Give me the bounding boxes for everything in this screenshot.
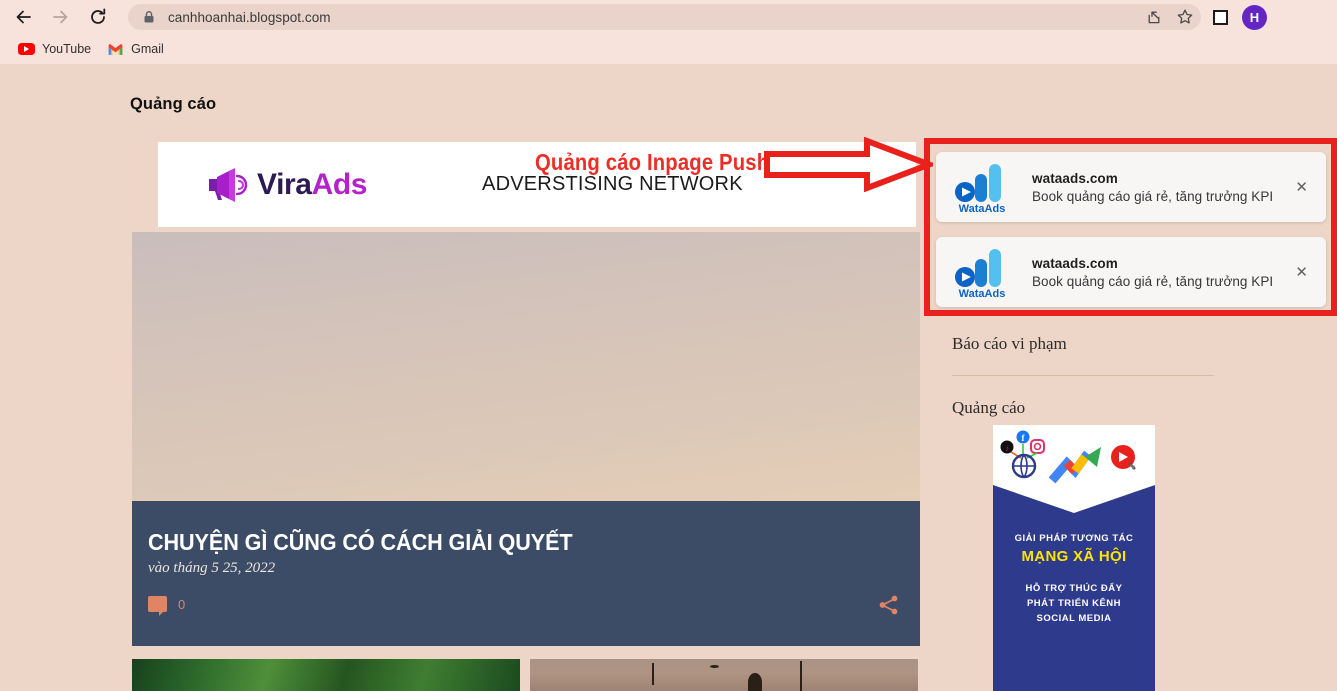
push-title: wataads.com: [1032, 170, 1118, 186]
youtube-icon: [18, 43, 35, 55]
avatar[interactable]: H: [1242, 4, 1267, 30]
post-hero-image[interactable]: [132, 232, 920, 543]
forward-button[interactable]: [44, 1, 76, 33]
star-icon[interactable]: [1176, 8, 1194, 26]
wataads-logo-icon: WataAds: [955, 249, 1006, 300]
svg-text:♪: ♪: [1005, 444, 1009, 453]
viraads-word-vira: Vira: [257, 167, 312, 201]
comment-count: 0: [178, 596, 186, 612]
post-date: vào tháng 5 25, 2022: [148, 560, 276, 576]
arrow-right-outline-icon: [764, 137, 933, 192]
chrome-right-actions: H: [1213, 4, 1278, 30]
url-text: canhhoanhai.blogspot.com: [168, 9, 331, 25]
sidebar-divider: [952, 375, 1214, 376]
sidebar-item-label: Báo cáo vi phạm: [952, 334, 1067, 353]
post-thumbnail-grass[interactable]: [132, 659, 520, 691]
arrow-left-icon: [16, 10, 31, 24]
post-meta: 0: [148, 596, 186, 616]
extension-square-icon[interactable]: [1213, 9, 1228, 25]
viraads-word-ads: Ads: [311, 167, 368, 201]
reload-icon: [91, 8, 106, 24]
post-thumbnail-dusk[interactable]: [530, 659, 918, 691]
close-icon[interactable]: ✕: [1295, 180, 1308, 195]
sidebar-item-report[interactable]: Báo cáo vi phạm: [952, 329, 1214, 359]
banner-tagline: ADVERSTISING NETWORK: [482, 173, 743, 195]
wataads-logo-icon: WataAds: [955, 164, 1006, 215]
browser-toolbar: canhhoanhai.blogspot.com H: [0, 0, 1337, 34]
sidebar-ads-title: Quảng cáo: [952, 398, 1026, 417]
push-text: wataads.com Book quảng cáo giá rẻ, tăng …: [1032, 256, 1273, 289]
post-card: CHUYỆN GÌ CŨNG CÓ CÁCH GIẢI QUYẾT vào th…: [132, 501, 920, 646]
social-growth-graphic-icon: f ♪: [1000, 430, 1136, 484]
gmail-icon: [108, 43, 123, 55]
annotation-label: Quảng cáo Inpage Push: [535, 149, 770, 175]
share-nodes-icon[interactable]: [878, 594, 900, 616]
reload-button[interactable]: [82, 1, 114, 33]
bird-shape: [710, 665, 719, 668]
push-description: Book quảng cáo giá rẻ, tăng trưởng KPI: [1032, 273, 1274, 289]
arrow-right-icon: [53, 10, 68, 24]
page-content: Quảng cáo ViraAds ADVERSTISING NETWORK C…: [0, 64, 1337, 691]
back-button[interactable]: [8, 1, 40, 33]
sidebar-ad-line4: PHÁT TRIỂN KÊNH: [1026, 598, 1122, 609]
growth-arrow-icon: [1048, 447, 1101, 484]
bookmark-gmail[interactable]: Gmail: [99, 39, 172, 59]
post-title[interactable]: CHUYỆN GÌ CŨNG CÓ CÁCH GIẢI QUYẾT: [148, 529, 573, 556]
share-icon[interactable]: [1146, 8, 1164, 26]
push-notification-card[interactable]: WataAds wataads.com Book quảng cáo giá r…: [936, 237, 1326, 307]
close-icon[interactable]: ✕: [1295, 265, 1308, 280]
social-network-icon: f ♪: [1000, 430, 1045, 479]
push-description: Book quảng cáo giá rẻ, tăng trưởng KPI: [1032, 188, 1274, 204]
sidebar-ad-creative[interactable]: f ♪ GIẢI PHÁP TƯƠNG TÁC MẠNG XÃ HỘI HỖ T…: [993, 425, 1155, 691]
youtube-circle-icon: [1111, 445, 1136, 470]
bookmark-label: Gmail: [131, 42, 164, 56]
sidebar-ad-graphic: f ♪: [993, 425, 1155, 495]
push-text: wataads.com Book quảng cáo giá rẻ, tăng …: [1032, 171, 1273, 204]
sidebar-ad-line3: HỖ TRỢ THÚC ĐẨY: [1025, 583, 1123, 594]
push-notification-card[interactable]: WataAds wataads.com Book quảng cáo giá r…: [936, 152, 1326, 222]
bookmark-youtube[interactable]: YouTube: [10, 39, 99, 59]
omnibox-actions: [1146, 8, 1201, 26]
viraads-logo: ViraAds: [203, 165, 367, 205]
comment-bubble-icon[interactable]: [148, 596, 167, 616]
bookmark-label: YouTube: [42, 42, 92, 56]
push-title: wataads.com: [1032, 255, 1118, 271]
sidebar-ad-line2: MẠNG XÃ HỘI: [1021, 548, 1127, 565]
megaphone-icon: [209, 167, 248, 202]
ad-section-heading: Quảng cáo: [130, 95, 217, 113]
lock-icon: [144, 11, 154, 23]
sidebar-ad-line1: GIẢI PHÁP TƯƠNG TÁC: [1014, 533, 1134, 544]
browser-chrome: canhhoanhai.blogspot.com H YouTube Gmail: [0, 0, 1337, 64]
wataads-wordmark: WataAds: [959, 203, 1006, 215]
address-bar[interactable]: canhhoanhai.blogspot.com: [128, 4, 1201, 30]
pole-shape: [652, 663, 654, 685]
wataads-wordmark: WataAds: [959, 288, 1006, 300]
viraads-wordmark: ViraAds: [257, 168, 367, 202]
bookmark-bar: YouTube Gmail: [0, 34, 1337, 64]
silhouette-shape: [748, 673, 762, 691]
tree-shape: [800, 661, 802, 691]
sidebar-ad-line5: SOCIAL MEDIA: [1036, 613, 1112, 624]
